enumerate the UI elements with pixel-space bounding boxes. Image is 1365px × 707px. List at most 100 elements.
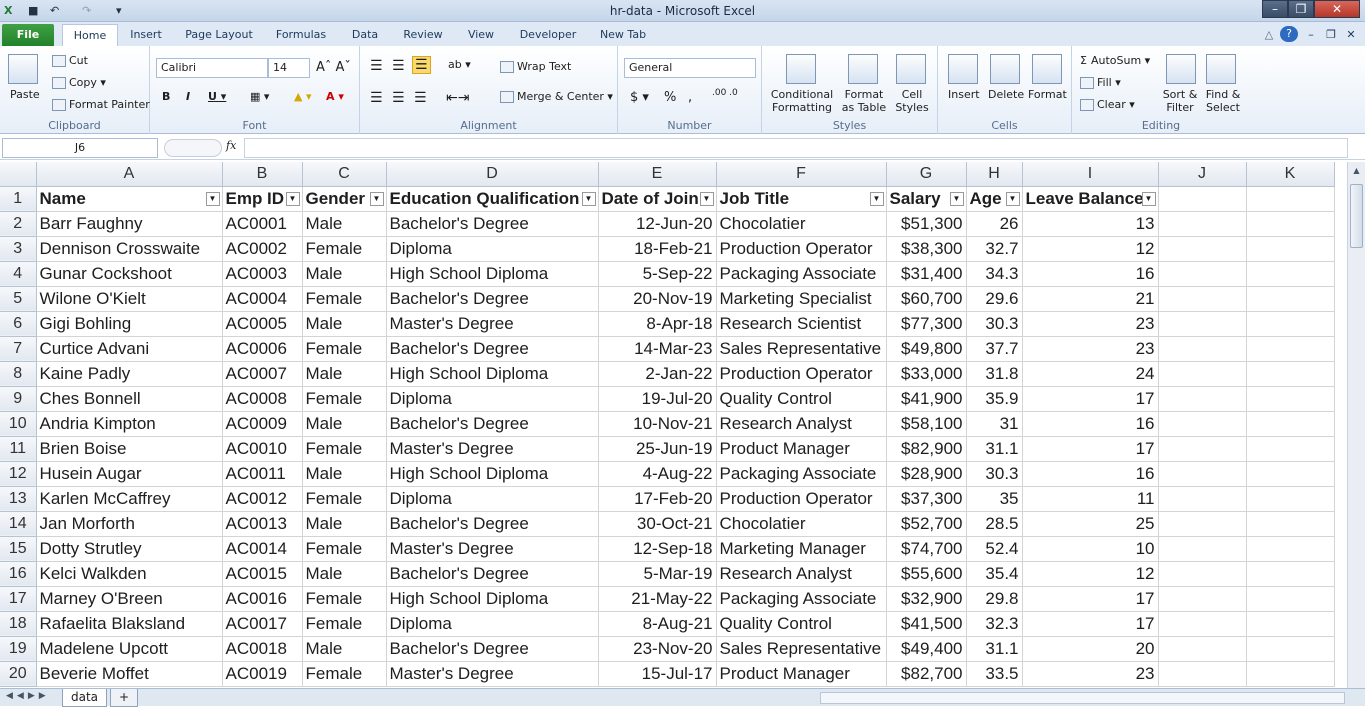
align-bottom-icon[interactable]: ☰ — [412, 56, 431, 74]
horizontal-scrollbar[interactable] — [820, 692, 1345, 704]
table-cell[interactable]: High School Diploma — [386, 261, 599, 287]
table-cell[interactable]: $41,500 — [886, 611, 967, 637]
underline-button[interactable]: U ▾ — [208, 90, 226, 103]
table-cell[interactable]: Diploma — [386, 486, 599, 512]
tab-file[interactable]: File — [2, 24, 54, 46]
delete-cells-button[interactable]: Delete — [988, 88, 1024, 101]
table-cell[interactable]: Diploma — [386, 386, 599, 412]
close-button[interactable]: ✕ — [1314, 0, 1360, 18]
table-cell[interactable]: $74,700 — [886, 536, 967, 562]
table-cell[interactable]: Male — [302, 411, 387, 437]
col-header-h[interactable]: H — [966, 162, 1023, 187]
col-header-k[interactable]: K — [1246, 162, 1335, 187]
empty-cell[interactable] — [1158, 611, 1247, 637]
row-header[interactable]: 4 — [0, 261, 37, 287]
column-heading-cell[interactable]: Date of Join ▼ — [598, 186, 717, 212]
table-cell[interactable]: Madelene Upcott — [36, 636, 223, 662]
table-cell[interactable]: $52,700 — [886, 511, 967, 537]
column-heading-cell[interactable]: Education Qualification ▼ — [386, 186, 599, 212]
row-header[interactable]: 12 — [0, 461, 37, 487]
sheet-nav-arrows-icon[interactable]: ◀◀▶▶ — [6, 691, 50, 701]
row-header[interactable]: 8 — [0, 361, 37, 387]
row-header[interactable]: 15 — [0, 536, 37, 562]
empty-cell[interactable] — [1158, 311, 1247, 337]
table-cell[interactable]: Bachelor's Degree — [386, 286, 599, 312]
empty-cell[interactable] — [1158, 461, 1247, 487]
row-header[interactable]: 13 — [0, 486, 37, 512]
font-color-icon[interactable]: A ▾ — [326, 90, 344, 103]
table-cell[interactable]: Male — [302, 461, 387, 487]
table-cell[interactable]: 29.8 — [966, 586, 1023, 612]
indent-icon[interactable]: ⇤⇥ — [446, 90, 469, 106]
empty-cell[interactable] — [1158, 411, 1247, 437]
tab-formulas[interactable]: Formulas — [270, 24, 332, 46]
borders-icon[interactable]: ▦ ▾ — [250, 90, 269, 103]
table-cell[interactable]: 30.3 — [966, 311, 1023, 337]
empty-cell[interactable] — [1158, 336, 1247, 362]
table-cell[interactable]: Diploma — [386, 611, 599, 637]
table-cell[interactable]: $58,100 — [886, 411, 967, 437]
table-cell[interactable]: 10 — [1022, 536, 1159, 562]
empty-cell[interactable] — [1158, 361, 1247, 387]
insert-function-icon[interactable]: fx — [226, 139, 236, 152]
table-cell[interactable]: 12-Jun-20 — [598, 211, 717, 237]
empty-cell[interactable] — [1158, 186, 1247, 212]
paste-icon[interactable] — [8, 54, 38, 84]
empty-cell[interactable] — [1246, 411, 1335, 437]
table-cell[interactable]: Bachelor's Degree — [386, 636, 599, 662]
table-cell[interactable]: Sales Representative — [716, 336, 887, 362]
filter-dropdown-icon[interactable]: ▼ — [1005, 191, 1020, 206]
row-header[interactable]: 2 — [0, 211, 37, 237]
table-cell[interactable]: Ches Bonnell — [36, 386, 223, 412]
table-cell[interactable]: 33.5 — [966, 661, 1023, 687]
column-heading-cell[interactable]: Leave Balance ▼ — [1022, 186, 1159, 212]
doc-minimize-icon[interactable]: – — [1304, 24, 1318, 46]
table-cell[interactable]: Male — [302, 311, 387, 337]
table-cell[interactable]: $51,300 — [886, 211, 967, 237]
percent-icon[interactable]: % — [664, 90, 676, 105]
row-header[interactable]: 6 — [0, 311, 37, 337]
table-cell[interactable]: Gigi Bohling — [36, 311, 223, 337]
column-heading-cell[interactable]: Age ▼ — [966, 186, 1023, 212]
table-cell[interactable]: 17-Feb-20 — [598, 486, 717, 512]
table-cell[interactable]: 31.8 — [966, 361, 1023, 387]
new-sheet-icon[interactable]: + — [110, 689, 138, 707]
empty-cell[interactable] — [1158, 436, 1247, 462]
comma-icon[interactable]: , — [688, 90, 692, 105]
table-cell[interactable]: Female — [302, 586, 387, 612]
table-cell[interactable]: 37.7 — [966, 336, 1023, 362]
table-cell[interactable]: AC0013 — [222, 511, 303, 537]
orientation-icon[interactable]: ab ▾ — [448, 58, 471, 71]
table-cell[interactable]: Female — [302, 286, 387, 312]
table-cell[interactable]: Packaging Associate — [716, 586, 887, 612]
table-cell[interactable]: $60,700 — [886, 286, 967, 312]
table-cell[interactable]: Karlen McCaffrey — [36, 486, 223, 512]
table-cell[interactable]: AC0003 — [222, 261, 303, 287]
table-cell[interactable]: Research Scientist — [716, 311, 887, 337]
filter-dropdown-icon[interactable]: ▼ — [205, 191, 220, 206]
table-cell[interactable]: 28.5 — [966, 511, 1023, 537]
table-cell[interactable]: 11 — [1022, 486, 1159, 512]
table-cell[interactable]: AC0011 — [222, 461, 303, 487]
column-heading-cell[interactable]: Name ▼ — [36, 186, 223, 212]
restore-button[interactable]: ❐ — [1288, 0, 1314, 18]
cell-styles-button[interactable]: Cell Styles — [894, 88, 930, 114]
table-cell[interactable]: $49,800 — [886, 336, 967, 362]
align-left-icon[interactable]: ☰ — [370, 90, 383, 106]
table-cell[interactable]: AC0002 — [222, 236, 303, 262]
table-cell[interactable]: 13 — [1022, 211, 1159, 237]
table-cell[interactable]: Research Analyst — [716, 561, 887, 587]
table-cell[interactable]: $33,000 — [886, 361, 967, 387]
table-cell[interactable]: $32,900 — [886, 586, 967, 612]
row-header[interactable]: 17 — [0, 586, 37, 612]
wrap-text-button[interactable]: Wrap Text — [500, 60, 571, 73]
table-cell[interactable]: 10-Nov-21 — [598, 411, 717, 437]
grow-font-icon[interactable]: Aˆ Aˇ — [316, 60, 351, 75]
table-cell[interactable]: AC0012 — [222, 486, 303, 512]
table-cell[interactable]: 8-Apr-18 — [598, 311, 717, 337]
table-cell[interactable]: AC0014 — [222, 536, 303, 562]
empty-cell[interactable] — [1246, 261, 1335, 287]
row-header[interactable]: 7 — [0, 336, 37, 362]
table-cell[interactable]: 35 — [966, 486, 1023, 512]
table-cell[interactable]: High School Diploma — [386, 361, 599, 387]
